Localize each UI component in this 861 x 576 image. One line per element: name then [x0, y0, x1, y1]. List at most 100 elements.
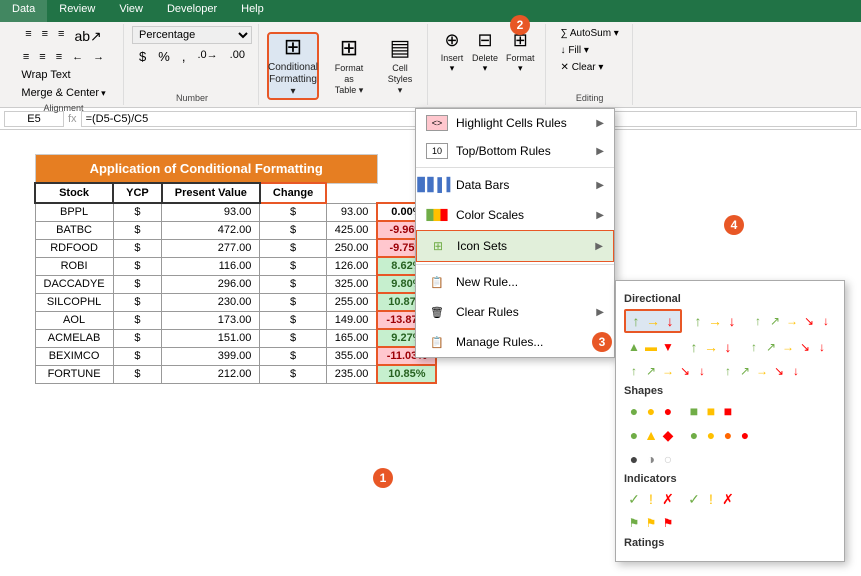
styles-group: ⊞ ConditionalFormatting ▾ ⊞ Format asTab…: [261, 24, 428, 105]
menu-color-scales[interactable]: ███ Color Scales ▶: [416, 200, 614, 230]
tab-developer[interactable]: Developer: [155, 0, 229, 22]
col-stock: Stock: [35, 183, 113, 203]
cell-pv: 126.00: [326, 257, 377, 275]
indent-increase-btn[interactable]: →: [89, 49, 108, 65]
data-bars-label: Data Bars: [456, 178, 588, 192]
cells-group: ⊕ Insert ▾ ⊟ Delete ▾ ⊞ Format ▾: [430, 24, 546, 105]
menu-icon-sets[interactable]: ⊞ Icon Sets ▶: [416, 230, 614, 262]
delete-dropdown-icon[interactable]: ▾: [483, 63, 488, 74]
menu-topbottom-rules[interactable]: 10 Top/Bottom Rules ▶: [416, 137, 614, 165]
menu-highlight-cells[interactable]: <> Highlight Cells Rules ▶: [416, 109, 614, 137]
align-top-row: ≡ ≡ ≡ ab↗: [21, 26, 106, 47]
conditional-formatting-menu[interactable]: <> Highlight Cells Rules ▶ 10 Top/Bottom…: [415, 108, 615, 358]
cell-stock: DACCADYE: [35, 275, 113, 293]
insert-label: Insert: [441, 53, 464, 63]
cell-ycp: 212.00: [162, 365, 260, 383]
data-bars-icon: ▊▋▌▍: [426, 176, 448, 194]
ribbon-tabs: Data Review View Developer Help: [0, 0, 861, 22]
data-bars-arrow: ▶: [596, 180, 604, 191]
menu-clear-rules[interactable]: 🗑 Clear Rules ▶: [416, 297, 614, 327]
menu-manage-rules[interactable]: 📋 Manage Rules...: [416, 327, 614, 357]
align-right-btn[interactable]: ≡: [52, 49, 66, 65]
orientation-btn[interactable]: ab↗: [70, 26, 105, 47]
manage-rules-label: Manage Rules...: [456, 335, 604, 349]
conditional-formatting-btn[interactable]: ⊞ ConditionalFormatting ▾: [267, 32, 319, 100]
color-scales-label: Color Scales: [456, 208, 588, 222]
cell-ycp: 230.00: [162, 293, 260, 311]
cell-stock: ACMELAB: [35, 329, 113, 347]
table-row: DACCADYE$296.00$325.009.80%: [35, 275, 436, 293]
increase-decimal-btn[interactable]: .00: [226, 47, 249, 66]
clear-rules-label: Clear Rules: [456, 305, 588, 319]
cell-pv-sign: $: [260, 239, 326, 257]
clear-rules-icon: 🗑: [426, 303, 448, 321]
tab-review[interactable]: Review: [47, 0, 107, 22]
merge-center-btn[interactable]: Merge & Center ▾: [17, 85, 109, 101]
fill-btn[interactable]: ↓ Fill ▾: [554, 43, 626, 58]
table-row: BEXIMCO$399.00$355.00-11.03%: [35, 347, 436, 365]
icon-sets-label: Icon Sets: [457, 239, 587, 253]
align-center-btn[interactable]: ≡: [35, 49, 49, 65]
alignment-group-label: Alignment: [43, 101, 83, 113]
dollar-btn[interactable]: $: [135, 47, 150, 66]
align-top-center-btn[interactable]: ≡: [38, 26, 52, 47]
cell-ycp-sign: $: [113, 329, 162, 347]
table-row: ROBI$116.00$126.008.62%: [35, 257, 436, 275]
icon-sets-arrow: ▶: [595, 241, 603, 252]
number-group-label: Number: [176, 91, 208, 103]
topbottom-label: Top/Bottom Rules: [456, 144, 588, 158]
cell-ycp-sign: $: [113, 293, 162, 311]
delete-label: Delete: [472, 53, 498, 63]
icon-sets-icon: ⊞: [427, 237, 449, 255]
col-present-value: Present Value: [162, 183, 260, 203]
ribbon-bar: ≡ ≡ ≡ ab↗ ≡ ≡ ≡ ← → Wrap Text Merge & Ce…: [0, 22, 861, 108]
cell-change: 10.85%: [377, 365, 436, 383]
topbottom-arrow: ▶: [596, 146, 604, 157]
align-bottom-row: ≡ ≡ ≡ ← →: [19, 49, 108, 65]
percent-btn[interactable]: %: [154, 47, 174, 66]
wrap-text-btn[interactable]: Wrap Text: [17, 67, 109, 83]
insert-dropdown-icon[interactable]: ▾: [450, 63, 455, 74]
tab-view[interactable]: View: [107, 0, 155, 22]
autosum-btn[interactable]: ∑ AutoSum ▾: [554, 26, 626, 41]
cell-ycp-sign: $: [113, 365, 162, 383]
manage-rules-icon: 📋: [426, 333, 448, 351]
cell-ycp-sign: $: [113, 221, 162, 239]
indent-decrease-btn[interactable]: ←: [68, 49, 87, 65]
cell-stock: ROBI: [35, 257, 113, 275]
insert-btn[interactable]: ⊕ Insert ▾: [436, 28, 468, 76]
align-top-right-btn[interactable]: ≡: [54, 26, 68, 47]
col-ycp: YCP: [113, 183, 162, 203]
cell-stock: BPPL: [35, 203, 113, 221]
delete-btn[interactable]: ⊟ Delete ▾: [468, 28, 502, 76]
decrease-decimal-btn[interactable]: .0→: [193, 47, 221, 66]
cell-pv-sign: $: [260, 293, 326, 311]
menu-new-rule[interactable]: 📋 New Rule...: [416, 267, 614, 297]
cell-stock: BATBC: [35, 221, 113, 239]
format-btn[interactable]: ⊞ Format ▾: [502, 28, 539, 76]
tab-data[interactable]: Data: [0, 0, 47, 22]
cell-ycp-sign: $: [113, 311, 162, 329]
merge-center-dropdown-icon[interactable]: ▾: [101, 88, 106, 99]
cell-ycp: 399.00: [162, 347, 260, 365]
cell-ycp: 116.00: [162, 257, 260, 275]
comma-btn[interactable]: ,: [178, 47, 190, 66]
cell-styles-label: CellStyles ▾: [385, 63, 415, 95]
format-dropdown-icon[interactable]: ▾: [518, 63, 523, 74]
cell-pv-sign: $: [260, 203, 326, 221]
color-scales-icon: ███: [426, 206, 448, 224]
clear-btn[interactable]: ✕ Clear ▾: [554, 60, 626, 75]
cell-stock: RDFOOD: [35, 239, 113, 257]
new-rule-icon: 📋: [426, 273, 448, 291]
number-format-select[interactable]: Percentage: [132, 26, 252, 44]
align-left-btn[interactable]: ≡: [19, 49, 33, 65]
cell-styles-btn[interactable]: ▤ CellStyles ▾: [379, 32, 421, 100]
format-table-btn[interactable]: ⊞ Format asTable ▾: [323, 32, 375, 100]
topbottom-icon: 10: [426, 143, 448, 159]
tab-help[interactable]: Help: [229, 0, 276, 22]
cell-stock: BEXIMCO: [35, 347, 113, 365]
col-change: Change: [260, 183, 326, 203]
menu-data-bars[interactable]: ▊▋▌▍ Data Bars ▶: [416, 170, 614, 200]
format-table-icon: ⊞: [340, 35, 358, 61]
align-top-left-btn[interactable]: ≡: [21, 26, 35, 47]
